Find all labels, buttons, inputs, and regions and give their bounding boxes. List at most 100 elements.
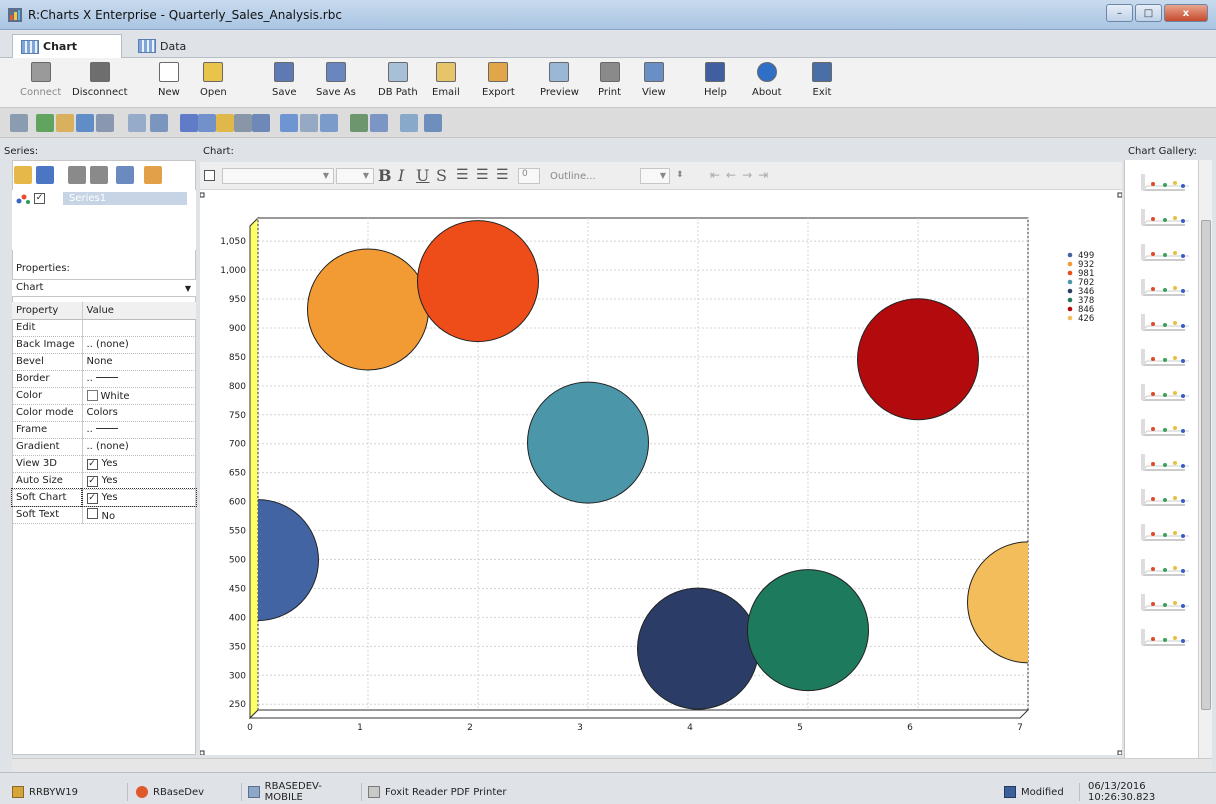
insert-icon[interactable] bbox=[350, 114, 368, 132]
property-value[interactable]: None bbox=[82, 353, 196, 371]
bubble-point[interactable] bbox=[857, 298, 979, 421]
save-button[interactable]: Save bbox=[272, 62, 297, 98]
gallery-scrollbar[interactable] bbox=[1198, 160, 1212, 758]
series-properties-icon[interactable] bbox=[144, 166, 162, 184]
spin-icon[interactable]: ⬍ bbox=[676, 170, 684, 180]
image-icon[interactable] bbox=[252, 114, 270, 132]
property-value[interactable]: .. (none) bbox=[82, 336, 196, 354]
italic-button[interactable]: I bbox=[398, 166, 404, 185]
gallery-thumbnail[interactable] bbox=[1139, 555, 1189, 579]
add-series-icon[interactable] bbox=[14, 166, 32, 184]
align-right-icon[interactable]: ☰ bbox=[496, 167, 509, 183]
tab-data[interactable]: Data bbox=[130, 34, 230, 58]
edit-chart-icon[interactable] bbox=[56, 114, 74, 132]
zoom-icon[interactable] bbox=[76, 114, 94, 132]
outline-width-spinner[interactable]: 0 bbox=[518, 168, 540, 184]
property-row[interactable]: View 3D ✓ Yes bbox=[12, 455, 196, 473]
property-value[interactable]: .. (none) bbox=[82, 438, 196, 456]
gallery-thumbnail[interactable] bbox=[1139, 345, 1189, 369]
property-row[interactable]: Border.. bbox=[12, 370, 196, 388]
property-value[interactable]: .. bbox=[82, 370, 196, 388]
property-row[interactable]: Soft Text No bbox=[12, 506, 196, 524]
copy-icon[interactable] bbox=[128, 114, 146, 132]
gallery-thumbnail[interactable] bbox=[1139, 170, 1189, 194]
bubble-point[interactable] bbox=[307, 248, 429, 371]
print-button[interactable]: Print bbox=[598, 62, 621, 98]
bubble-point[interactable] bbox=[967, 541, 1089, 664]
tab-chart[interactable]: Chart bbox=[12, 34, 122, 58]
open-button[interactable]: Open bbox=[200, 62, 227, 98]
navigation-arrows-icon[interactable]: ⇤←→⇥ bbox=[710, 168, 774, 182]
bubble-point[interactable] bbox=[637, 587, 759, 710]
gallery-thumbnail[interactable] bbox=[1139, 205, 1189, 229]
move-up-icon[interactable] bbox=[68, 166, 86, 184]
bubble-point[interactable] bbox=[417, 220, 539, 343]
gallery-thumbnail[interactable] bbox=[1139, 625, 1189, 649]
series-visible-checkbox[interactable]: ✓ bbox=[34, 193, 45, 204]
align-left-icon[interactable]: ☰ bbox=[456, 167, 469, 183]
refresh-icon[interactable] bbox=[36, 114, 54, 132]
db-path-button[interactable]: DB Path bbox=[378, 62, 418, 98]
email-button[interactable]: Email bbox=[432, 62, 460, 98]
pointer-icon[interactable] bbox=[10, 114, 28, 132]
save-as-button[interactable]: Save As bbox=[316, 62, 356, 98]
horizontal-scrollbar[interactable] bbox=[12, 758, 1212, 772]
property-value[interactable]: No bbox=[82, 506, 196, 524]
draw-icon[interactable] bbox=[400, 114, 418, 132]
table-icon[interactable] bbox=[370, 114, 388, 132]
disconnect-button[interactable]: Disconnect bbox=[72, 62, 128, 98]
palette-icon[interactable] bbox=[234, 114, 252, 132]
property-row[interactable]: Frame.. bbox=[12, 421, 196, 439]
properties-selector[interactable]: Chart ▼ bbox=[12, 279, 196, 297]
view-button[interactable]: View bbox=[642, 62, 666, 98]
property-checkbox[interactable]: ✓ bbox=[86, 458, 98, 470]
gallery-thumbnail[interactable] bbox=[1139, 275, 1189, 299]
delete-series-icon[interactable] bbox=[36, 166, 54, 184]
help-button[interactable]: Help bbox=[704, 62, 727, 98]
gallery-thumbnail[interactable] bbox=[1139, 415, 1189, 439]
series-edit-icon[interactable] bbox=[116, 166, 134, 184]
property-row[interactable]: Color White bbox=[12, 387, 196, 405]
gallery-thumbnail[interactable] bbox=[1139, 380, 1189, 404]
property-value[interactable] bbox=[82, 319, 196, 337]
series-row[interactable]: ✓ Series1 bbox=[16, 192, 187, 205]
export-button[interactable]: Export bbox=[482, 62, 515, 98]
property-checkbox[interactable] bbox=[86, 507, 98, 519]
gallery-thumbnail[interactable] bbox=[1139, 310, 1189, 334]
property-value[interactable]: Colors bbox=[82, 404, 196, 422]
fill-icon[interactable] bbox=[96, 114, 114, 132]
format-enable-checkbox[interactable] bbox=[204, 170, 215, 181]
property-row[interactable]: Auto Size ✓ Yes bbox=[12, 472, 196, 490]
axis-icon[interactable] bbox=[300, 114, 318, 132]
property-row[interactable]: Soft Chart ✓ Yes bbox=[11, 488, 197, 507]
gallery-thumbnail[interactable] bbox=[1139, 520, 1189, 544]
minimize-button[interactable]: – bbox=[1106, 4, 1133, 22]
property-value[interactable]: .. bbox=[82, 421, 196, 439]
preview-button[interactable]: Preview bbox=[540, 62, 579, 98]
series-name[interactable]: Series1 bbox=[63, 192, 187, 205]
bubble-point[interactable] bbox=[200, 499, 319, 622]
property-row[interactable]: Gradient.. (none) bbox=[12, 438, 196, 456]
gallery-thumbnail[interactable] bbox=[1139, 590, 1189, 614]
bubble-point[interactable] bbox=[747, 569, 869, 692]
property-row[interactable]: Back Image.. (none) bbox=[12, 336, 196, 354]
property-value[interactable]: ✓ Yes bbox=[82, 472, 196, 490]
rotate-icon[interactable] bbox=[198, 114, 216, 132]
font-name-select[interactable]: ▼ bbox=[222, 168, 334, 184]
hand-icon[interactable] bbox=[216, 114, 234, 132]
property-checkbox[interactable]: ✓ bbox=[86, 492, 98, 504]
strikeout-button[interactable]: S bbox=[436, 166, 447, 185]
shadow-select[interactable]: ▼ bbox=[640, 168, 670, 184]
gallery-thumbnail[interactable] bbox=[1139, 240, 1189, 264]
export-chart-icon[interactable] bbox=[424, 114, 442, 132]
pen-icon[interactable] bbox=[320, 114, 338, 132]
property-value[interactable]: ✓ Yes bbox=[81, 488, 197, 507]
property-row[interactable]: Color mode Colors bbox=[12, 404, 196, 422]
move-down-icon[interactable] bbox=[90, 166, 108, 184]
exit-button[interactable]: Exit bbox=[812, 62, 832, 98]
about-button[interactable]: About bbox=[752, 62, 782, 98]
connect-button[interactable]: Connect bbox=[20, 62, 61, 98]
close-button[interactable]: x bbox=[1164, 4, 1208, 22]
text-icon[interactable] bbox=[180, 114, 198, 132]
gallery-thumbnail[interactable] bbox=[1139, 450, 1189, 474]
